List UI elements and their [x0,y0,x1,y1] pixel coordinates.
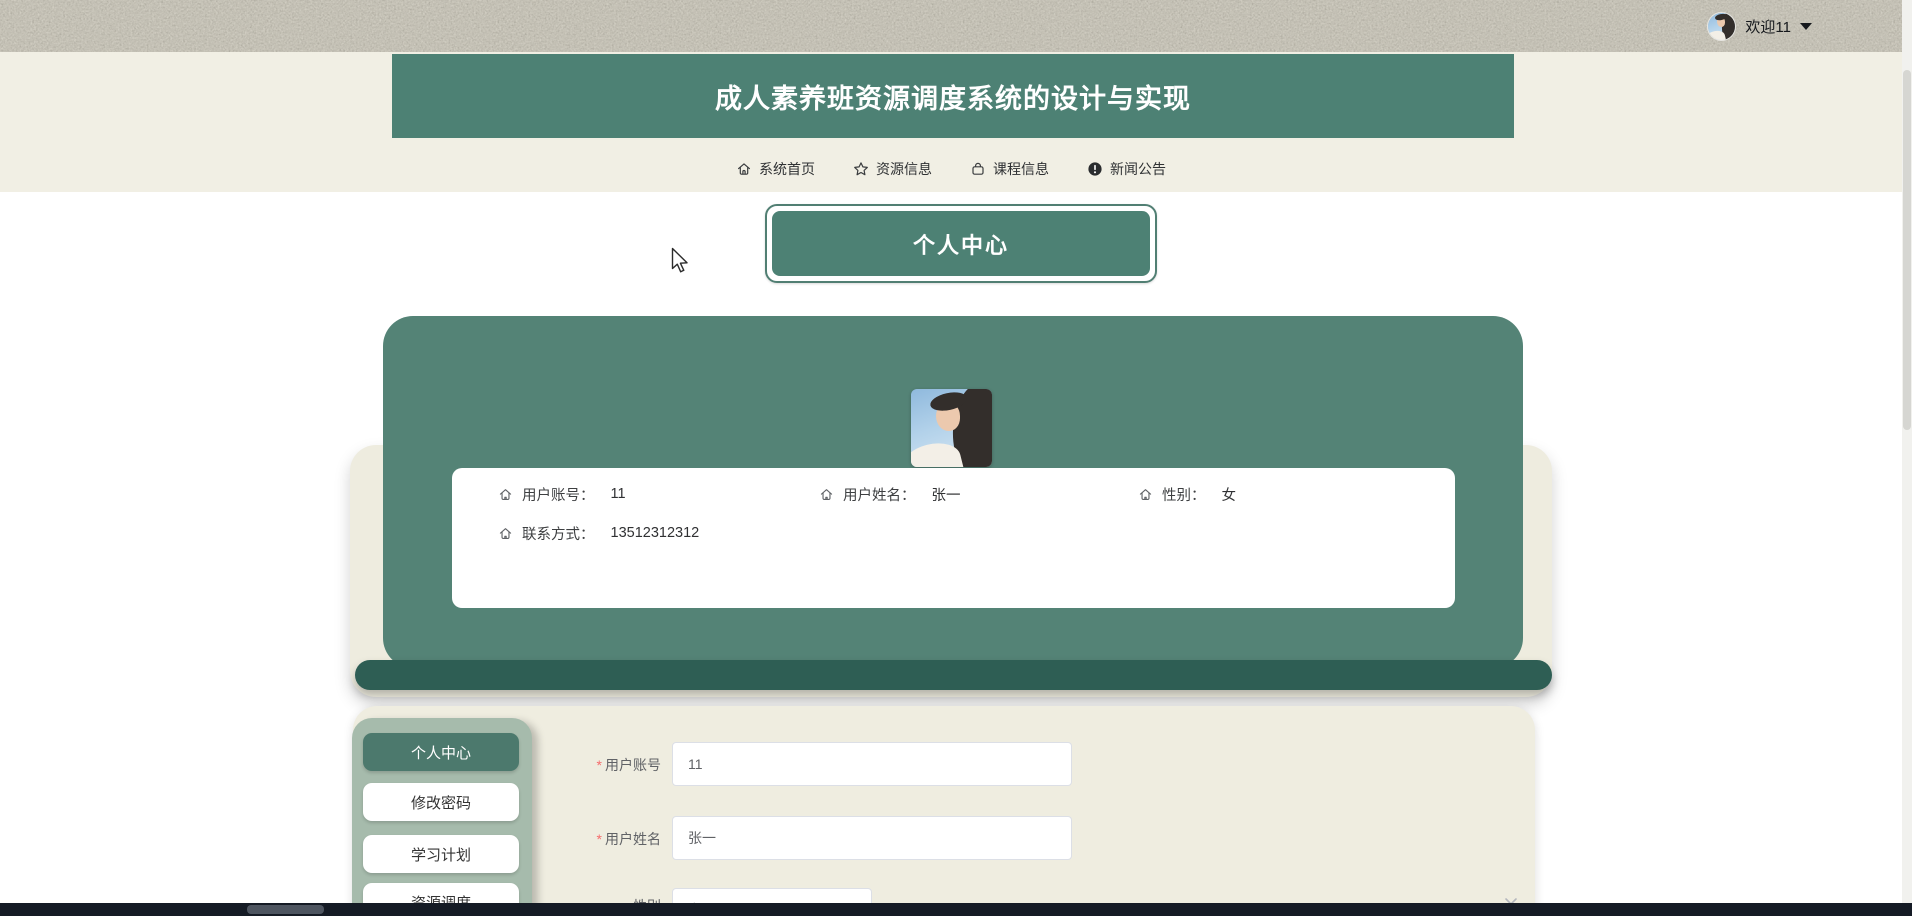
page-title-text: 个人中心 [912,232,1009,258]
nav-item-courses[interactable]: 课程信息 [970,159,1049,179]
sidebar-item-personal-center[interactable]: 个人中心 [363,733,519,771]
required-marker: * [596,831,602,847]
site-title: 成人素养班资源调度系统的设计与实现 [715,83,1191,114]
page-title-frame: 个人中心 [765,204,1157,283]
nav-item-news[interactable]: 新闻公告 [1087,159,1166,179]
user-menu[interactable]: 欢迎11 [1707,0,1812,52]
sidebar: 个人中心 修改密码 学习计划 资源调度 [352,718,532,916]
nav-item-home[interactable]: 系统首页 [736,159,815,179]
info-field-account: 用户账号： 11 [498,485,626,504]
site-banner: 成人素养班资源调度系统的设计与实现 [392,54,1514,138]
user-avatar[interactable] [1707,11,1737,41]
info-label: 用户账号： [522,487,595,504]
home-icon [736,161,752,177]
home-icon [499,527,512,539]
profile-photo-art [911,389,992,467]
account-input[interactable] [672,742,1072,786]
nav-item-label: 系统首页 [759,161,815,177]
top-bar: 欢迎11 [0,0,1912,52]
alert-icon [1087,161,1103,177]
info-value: 13512312312 [610,525,700,541]
welcome-text[interactable]: 欢迎11 [1745,16,1791,37]
info-label: 性别： [1162,487,1206,504]
home-icon [820,488,833,500]
sidebar-item-study-plan[interactable]: 学习计划 [363,835,519,873]
home-icon [1139,488,1152,500]
name-input[interactable] [672,816,1072,860]
nav-item-label: 资源信息 [876,161,932,177]
vertical-scrollbar[interactable] [1902,0,1912,916]
nav-item-resources[interactable]: 资源信息 [853,159,932,179]
info-value: 张一 [931,487,961,504]
form-label-text: 用户账号 [605,757,661,773]
form-label-name: * 用户姓名 [545,830,661,848]
star-icon [853,161,869,177]
main-nav: 系统首页 资源信息 课程信息 新闻公告 [0,148,1902,190]
sidebar-item-label: 学习计划 [410,846,471,864]
profile-photo[interactable] [911,389,992,467]
sidebar-item-label: 个人中心 [410,744,471,762]
vertical-scrollbar-thumb[interactable] [1903,70,1911,430]
profile-base-bar [355,660,1552,690]
info-label: 用户姓名： [843,487,916,504]
caret-down-icon[interactable] [1800,22,1812,30]
sidebar-item-change-password[interactable]: 修改密码 [363,783,519,821]
form-label-account: * 用户账号 [545,756,661,774]
nav-item-label: 课程信息 [993,161,1049,177]
form-label-text: 用户姓名 [605,831,661,847]
avatar-photo-art [1708,12,1736,40]
info-value: 11 [610,486,626,502]
page-title: 个人中心 [772,211,1150,276]
required-marker: * [596,757,602,773]
info-value: 女 [1221,487,1237,504]
horizontal-scrollbar-thumb[interactable] [247,905,324,914]
profile-info-card: 用户账号： 11 用户姓名： 张一 性别： 女 联系方式： 1351231231… [452,468,1455,608]
nav-item-label: 新闻公告 [1110,161,1166,177]
noise-texture [0,0,1912,52]
bag-icon [970,161,986,177]
home-icon [499,488,512,500]
info-field-phone: 联系方式： 13512312312 [498,524,700,543]
mouse-cursor [671,247,691,280]
horizontal-scrollbar[interactable] [0,903,1912,916]
info-label: 联系方式： [522,526,595,543]
info-field-name: 用户姓名： 张一 [819,485,961,504]
info-field-gender: 性别： 女 [1138,485,1237,504]
sidebar-item-label: 修改密码 [410,794,471,812]
